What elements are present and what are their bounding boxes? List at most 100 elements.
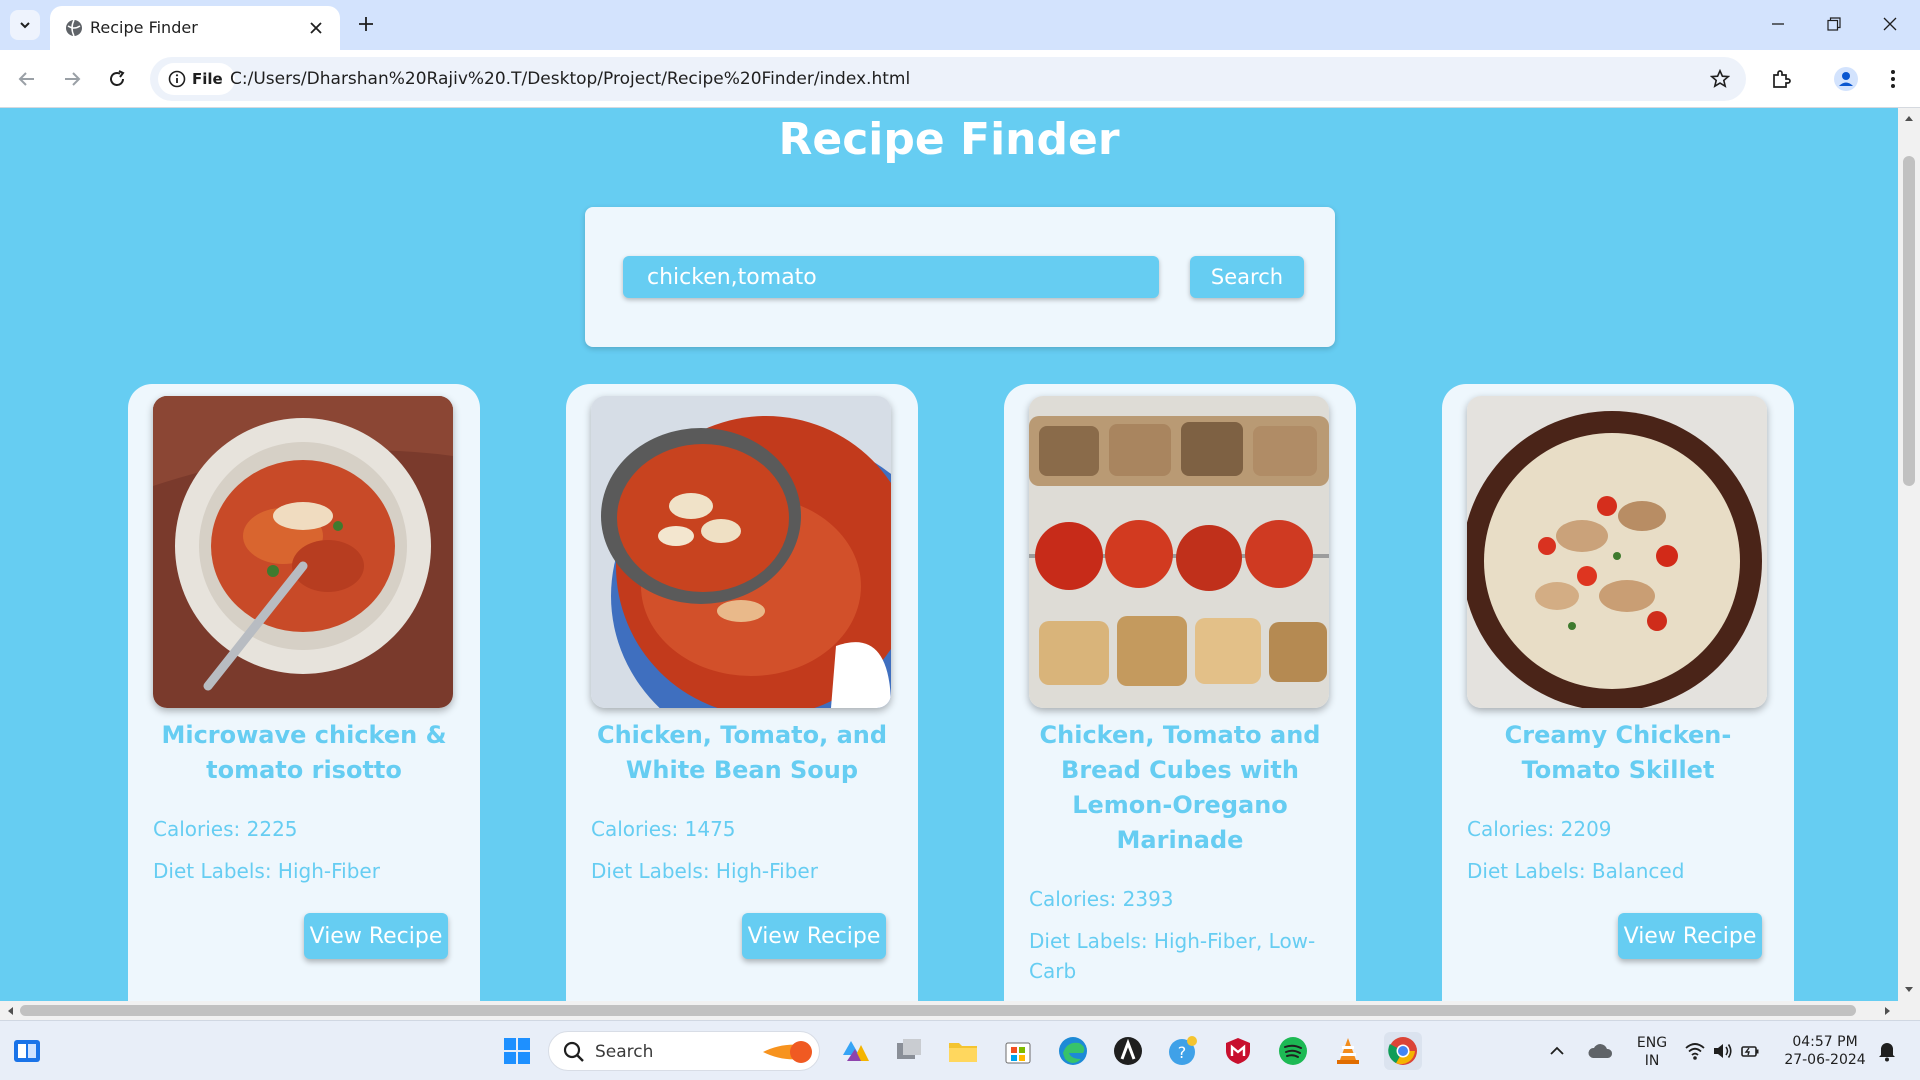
- recipe-calories: Calories: 2393: [1029, 887, 1174, 911]
- recipe-card: Microwave chicken & tomato risotto Calor…: [128, 384, 480, 1001]
- app-circle-icon: [1114, 1037, 1142, 1065]
- language-indicator[interactable]: ENG IN: [1628, 1034, 1676, 1070]
- recipe-diet-labels: Diet Labels: High-Fiber, Low-Carb: [1029, 929, 1316, 983]
- profile-icon: [1834, 67, 1858, 91]
- reload-icon: [110, 70, 125, 86]
- search-button[interactable]: Search: [1190, 256, 1304, 298]
- view-recipe-button[interactable]: View Recipe: [1618, 913, 1762, 959]
- close-window-button[interactable]: [1870, 8, 1910, 40]
- shield-icon: [1226, 1038, 1250, 1064]
- taskbar-app-help[interactable]: ?: [1164, 1032, 1202, 1070]
- new-tab-button[interactable]: [352, 10, 380, 38]
- puzzle-icon: [1773, 70, 1791, 88]
- vertical-scrollbar[interactable]: [1898, 108, 1920, 1001]
- recipe-diet-labels: Diet Labels: Balanced: [1467, 859, 1685, 883]
- arrow-right-icon: [65, 72, 81, 86]
- extensions-button[interactable]: [1764, 62, 1798, 96]
- start-button[interactable]: [498, 1032, 536, 1070]
- chrome-menu-button[interactable]: [1876, 62, 1910, 96]
- taskbar-app-steam[interactable]: [1109, 1032, 1147, 1070]
- view-recipe-button[interactable]: View Recipe: [304, 913, 448, 959]
- globe-icon: [66, 19, 82, 37]
- scroll-up-icon[interactable]: [1904, 114, 1914, 122]
- chrome-icon: [1388, 1037, 1417, 1065]
- recipe-image-skillet: [1467, 396, 1767, 708]
- clock-time: 04:57 PM: [1792, 1034, 1858, 1050]
- quick-settings-button[interactable]: [1682, 1032, 1762, 1070]
- recipe-image-soup: [591, 396, 891, 708]
- taskbar-app-edge[interactable]: [1054, 1032, 1092, 1070]
- recipe-name: Microwave chicken & tomato risotto: [161, 721, 447, 784]
- edge-icon: [1059, 1037, 1087, 1065]
- browser-toolbar: File C:/Users/Dharshan%20Rajiv%20.T/Desk…: [0, 50, 1920, 108]
- taskbar-app-file-explorer[interactable]: [944, 1032, 982, 1070]
- url-text[interactable]: C:/Users/Dharshan%20Rajiv%20.T/Desktop/P…: [230, 69, 910, 89]
- clock[interactable]: 04:57 PM 27-06-2024: [1776, 1033, 1874, 1069]
- vertical-scroll-thumb[interactable]: [1903, 156, 1915, 486]
- search-input[interactable]: [623, 256, 1159, 298]
- back-button[interactable]: [10, 62, 44, 96]
- taskbar-app-mcafee[interactable]: [1219, 1032, 1257, 1070]
- taskbar-app-task-view[interactable]: [890, 1032, 928, 1070]
- page-title: Recipe Finder: [778, 114, 1120, 165]
- scroll-right-icon[interactable]: [1884, 1006, 1892, 1016]
- windows-logo-icon: [504, 1038, 530, 1064]
- copilot-icon: [843, 1041, 869, 1061]
- plus-icon: [359, 17, 373, 31]
- recipe-card: Creamy Chicken-Tomato Skillet Calories: …: [1442, 384, 1794, 1001]
- star-icon: [1710, 69, 1730, 88]
- arrow-left-icon: [18, 72, 34, 86]
- browser-tab-bar: Recipe Finder: [0, 0, 1920, 50]
- taskbar-app-spotify[interactable]: [1274, 1032, 1312, 1070]
- profile-button[interactable]: [1829, 62, 1863, 96]
- taskbar-app-store[interactable]: [999, 1032, 1037, 1070]
- onedrive-button[interactable]: [1583, 1032, 1617, 1070]
- search-highlight-icon: [763, 1041, 812, 1063]
- tab-close-button[interactable]: [304, 16, 328, 40]
- info-icon: [168, 70, 186, 88]
- taskbar-search-box[interactable]: Search: [548, 1031, 820, 1071]
- task-view-icon: [897, 1039, 921, 1059]
- battery-icon: [1741, 1046, 1759, 1057]
- restore-button[interactable]: [1814, 8, 1854, 40]
- forward-button[interactable]: [55, 62, 89, 96]
- svg-text:?: ?: [1178, 1043, 1187, 1062]
- volume-icon: [1714, 1044, 1732, 1058]
- tab-search-button[interactable]: [10, 10, 40, 40]
- show-hidden-icons-button[interactable]: [1543, 1032, 1571, 1070]
- vlc-cone-icon: [1337, 1038, 1359, 1064]
- reload-button[interactable]: [100, 62, 134, 96]
- widgets-icon: [14, 1040, 40, 1062]
- recipe-card: Chicken, Tomato and Bread Cubes with Lem…: [1004, 384, 1356, 1001]
- page-viewport: Recipe Finder Search Microwave chicken &…: [0, 108, 1898, 1001]
- browser-tab[interactable]: Recipe Finder: [50, 6, 340, 50]
- close-icon: [310, 22, 322, 34]
- recipe-card: Chicken, Tomato, and White Bean Soup Cal…: [566, 384, 918, 1001]
- view-recipe-button[interactable]: View Recipe: [742, 913, 886, 959]
- horizontal-scroll-thumb[interactable]: [20, 1005, 1856, 1016]
- widgets-button[interactable]: [8, 1032, 46, 1070]
- chevron-up-icon: [1550, 1046, 1564, 1055]
- notifications-button[interactable]: [1870, 1032, 1904, 1070]
- scroll-down-icon[interactable]: [1904, 986, 1914, 994]
- site-info-chip[interactable]: File: [158, 63, 235, 95]
- taskbar-app-copilot[interactable]: [836, 1032, 874, 1070]
- address-bar[interactable]: File C:/Users/Dharshan%20Rajiv%20.T/Desk…: [150, 57, 1746, 101]
- recipe-name: Chicken, Tomato and Bread Cubes with Lem…: [1039, 721, 1321, 854]
- recipe-calories: Calories: 2225: [153, 817, 298, 841]
- bookmark-button[interactable]: [1706, 65, 1734, 93]
- more-vertical-icon: [1891, 70, 1895, 88]
- minimize-button[interactable]: [1758, 8, 1798, 40]
- scroll-left-icon[interactable]: [6, 1006, 14, 1016]
- taskbar-app-chrome[interactable]: [1384, 1032, 1422, 1070]
- spotify-icon: [1279, 1037, 1307, 1065]
- cloud-icon: [1588, 1044, 1613, 1058]
- taskbar-app-vlc[interactable]: [1329, 1032, 1367, 1070]
- recipe-image-skewers: [1029, 396, 1329, 708]
- recipe-diet-labels: Diet Labels: High-Fiber: [591, 859, 818, 883]
- windows-taskbar: Search ? ENG IN 04:57 PM 27-06-2024: [0, 1020, 1920, 1080]
- recipe-diet-labels: Diet Labels: High-Fiber: [153, 859, 380, 883]
- restore-icon: [1827, 17, 1841, 31]
- taskbar-search-label: Search: [595, 1042, 654, 1062]
- horizontal-scrollbar[interactable]: [0, 1001, 1898, 1020]
